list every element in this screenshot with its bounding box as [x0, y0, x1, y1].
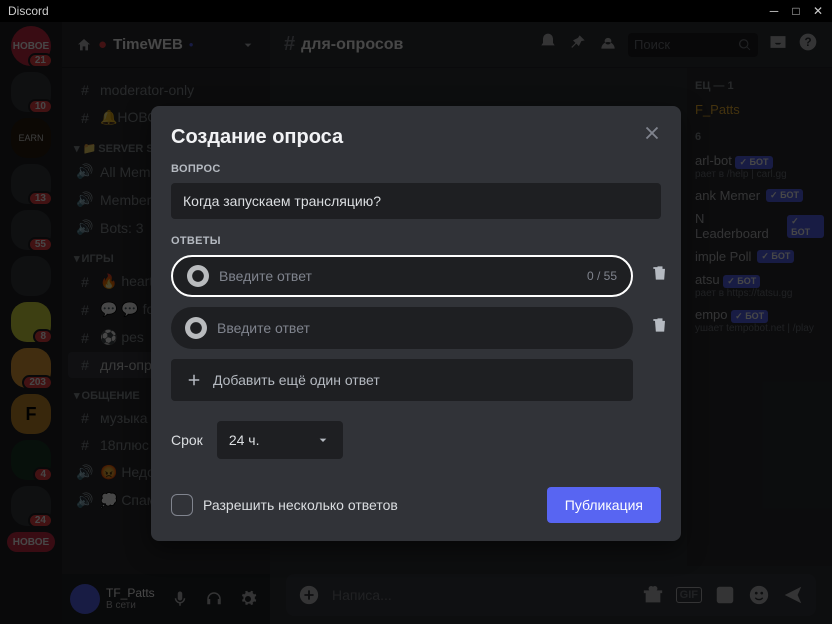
plus-icon	[185, 371, 203, 389]
answer-input-2[interactable]: Введите ответ	[171, 307, 633, 349]
create-poll-modal: Создание опроса ВОПРОС Когда запускаем т…	[151, 106, 681, 541]
answer-input-1[interactable]: Введите ответ 0 / 55	[171, 255, 633, 297]
publish-button[interactable]: Публикация	[547, 487, 661, 523]
chevron-down-icon	[315, 432, 331, 448]
question-input[interactable]: Когда запускаем трансляцию?	[171, 183, 661, 219]
emoji-picker-icon[interactable]	[185, 317, 207, 339]
emoji-picker-icon[interactable]	[187, 265, 209, 287]
delete-answer-button[interactable]	[643, 263, 677, 288]
modal-overlay: Создание опроса ВОПРОС Когда запускаем т…	[0, 22, 832, 624]
answer-placeholder: Введите ответ	[219, 268, 577, 284]
duration-select[interactable]: 24 ч.	[217, 421, 343, 459]
window-maximize[interactable]: □	[790, 5, 802, 17]
delete-answer-button[interactable]	[643, 315, 677, 340]
app-name: Discord	[8, 4, 49, 18]
char-counter: 0 / 55	[587, 269, 617, 283]
close-button[interactable]	[641, 122, 663, 149]
modal-title: Создание опроса	[171, 126, 677, 149]
answers-label: ОТВЕТЫ	[171, 235, 677, 247]
checkbox[interactable]	[171, 494, 193, 516]
window-minimize[interactable]: ─	[768, 5, 780, 17]
window-close[interactable]: ✕	[812, 5, 824, 17]
add-answer-button[interactable]: Добавить ещё один ответ	[171, 359, 633, 401]
answer-placeholder: Введите ответ	[217, 320, 619, 336]
allow-multiple-checkbox[interactable]: Разрешить несколько ответов	[171, 494, 398, 516]
question-label: ВОПРОС	[171, 163, 677, 175]
duration-label: Срок	[171, 432, 203, 448]
